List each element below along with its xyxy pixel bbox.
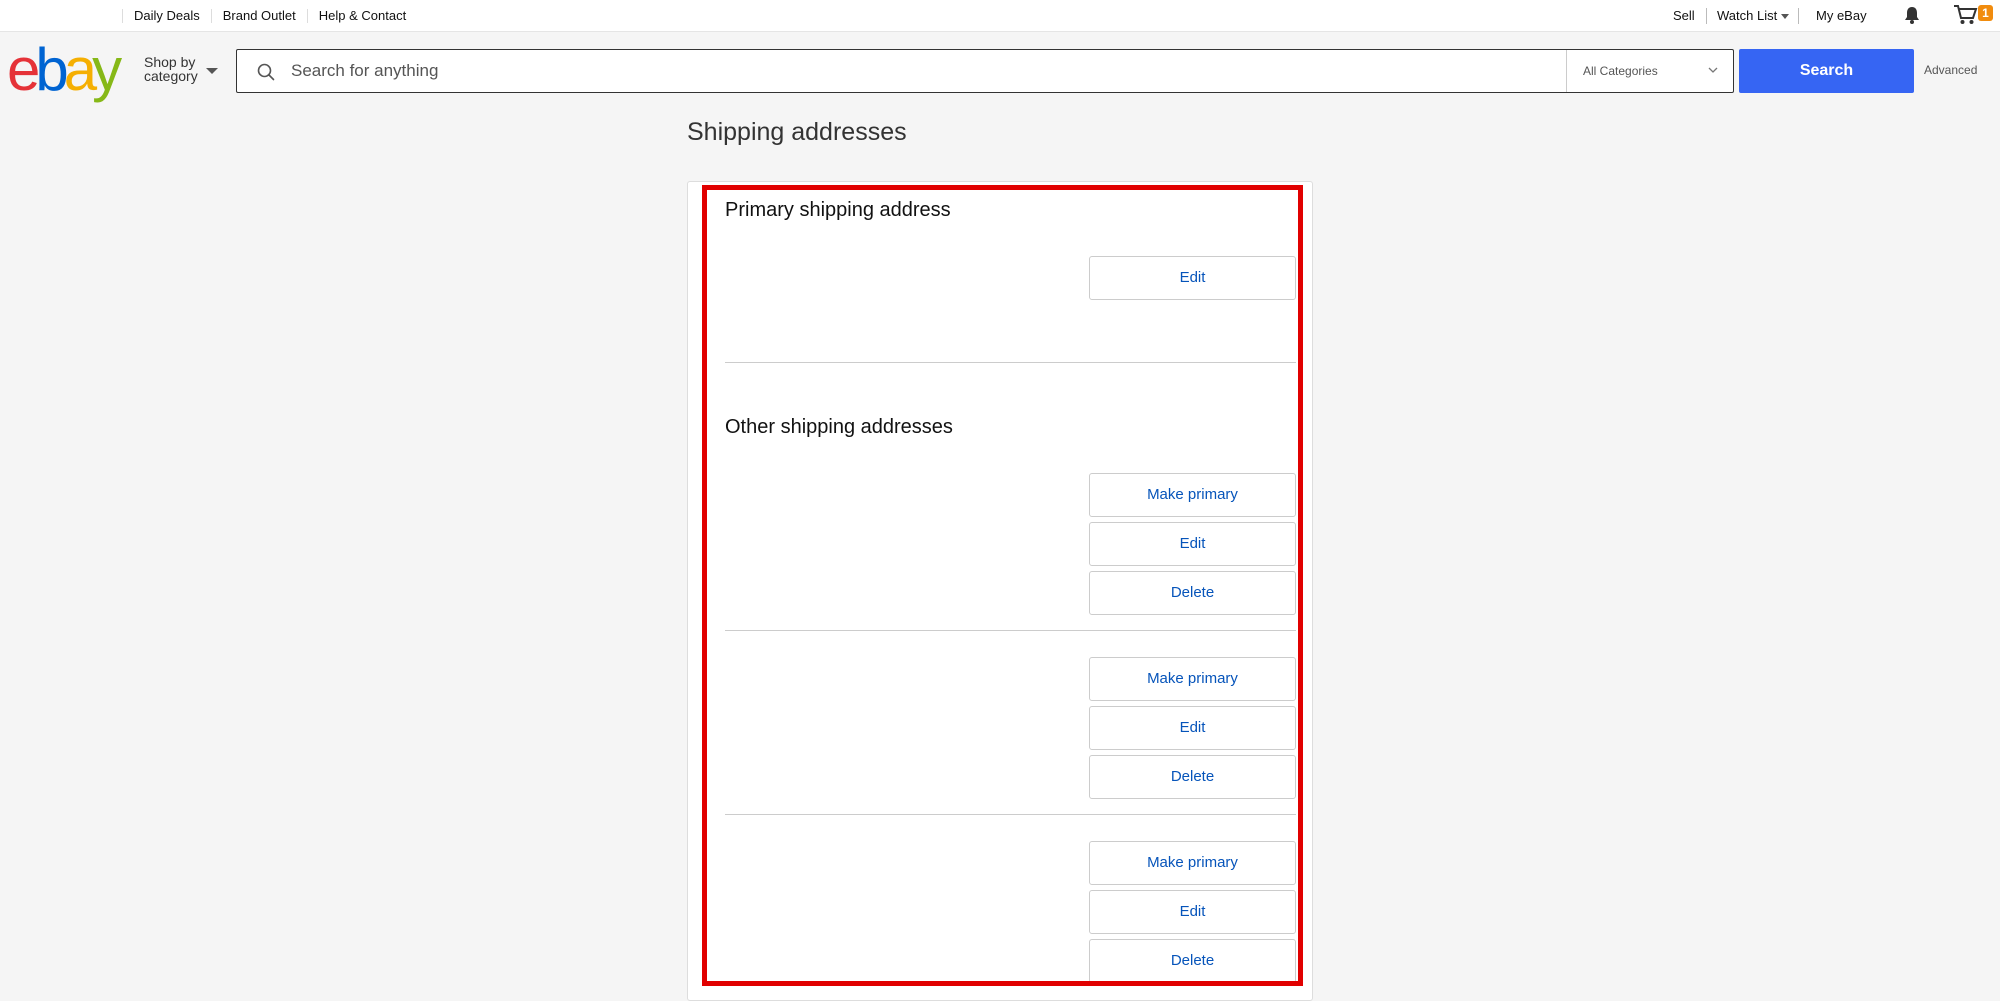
- shop-by-category-button[interactable]: Shop by category: [144, 54, 218, 84]
- edit-address-button[interactable]: Edit: [1089, 522, 1296, 566]
- notification-bell-icon[interactable]: [1904, 6, 1920, 24]
- chevron-down-icon: [1781, 14, 1790, 20]
- edit-primary-address-button[interactable]: Edit: [1089, 256, 1296, 300]
- address-divider: [725, 814, 1296, 815]
- delete-address-button[interactable]: Delete: [1089, 939, 1296, 983]
- cart-icon[interactable]: [1953, 4, 1979, 26]
- search-bar: All Categories: [236, 49, 1734, 93]
- watch-list-label: Watch List: [1717, 8, 1778, 23]
- top-left-links: Daily Deals Brand Outlet Help & Contact: [122, 9, 417, 23]
- category-select-value: All Categories: [1583, 64, 1658, 78]
- divider: [1798, 8, 1799, 24]
- logo-letter: y: [92, 36, 122, 103]
- daily-deals-link[interactable]: Daily Deals: [122, 9, 211, 23]
- shop-by-label: Shop by: [144, 54, 196, 70]
- make-primary-button[interactable]: Make primary: [1089, 657, 1296, 701]
- other-addresses-heading: Other shipping addresses: [725, 416, 953, 438]
- edit-address-button[interactable]: Edit: [1089, 890, 1296, 934]
- section-divider: [725, 362, 1296, 363]
- make-primary-button[interactable]: Make primary: [1089, 841, 1296, 885]
- cart-count-badge: 1: [1978, 5, 1993, 21]
- chevron-down-icon: [1708, 67, 1718, 73]
- search-button[interactable]: Search: [1739, 49, 1914, 93]
- delete-address-button[interactable]: Delete: [1089, 755, 1296, 799]
- chevron-down-icon: [206, 68, 218, 74]
- logo-letter: b: [35, 36, 68, 103]
- top-utility-bar: Daily Deals Brand Outlet Help & Contact …: [0, 0, 2000, 32]
- logo-letter: e: [7, 36, 40, 103]
- brand-outlet-link[interactable]: Brand Outlet: [210, 9, 307, 23]
- edit-address-button[interactable]: Edit: [1089, 706, 1296, 750]
- ebay-logo[interactable]: ebay: [7, 40, 122, 100]
- category-label: category: [144, 68, 198, 84]
- address-divider: [725, 630, 1296, 631]
- logo-letter: a: [63, 36, 97, 103]
- help-contact-link[interactable]: Help & Contact: [306, 9, 417, 23]
- category-select[interactable]: All Categories: [1566, 50, 1734, 92]
- search-icon: [257, 63, 275, 81]
- watch-list-menu[interactable]: Watch List: [1717, 8, 1790, 24]
- divider: [1706, 8, 1707, 24]
- primary-address-heading: Primary shipping address: [725, 199, 951, 221]
- delete-address-button[interactable]: Delete: [1089, 571, 1296, 615]
- make-primary-button[interactable]: Make primary: [1089, 473, 1296, 517]
- my-ebay-link[interactable]: My eBay: [1816, 8, 1867, 24]
- advanced-search-link[interactable]: Advanced: [1924, 63, 1977, 77]
- page-title: Shipping addresses: [687, 118, 907, 146]
- sell-link[interactable]: Sell: [1673, 8, 1695, 24]
- search-input[interactable]: [279, 50, 1499, 92]
